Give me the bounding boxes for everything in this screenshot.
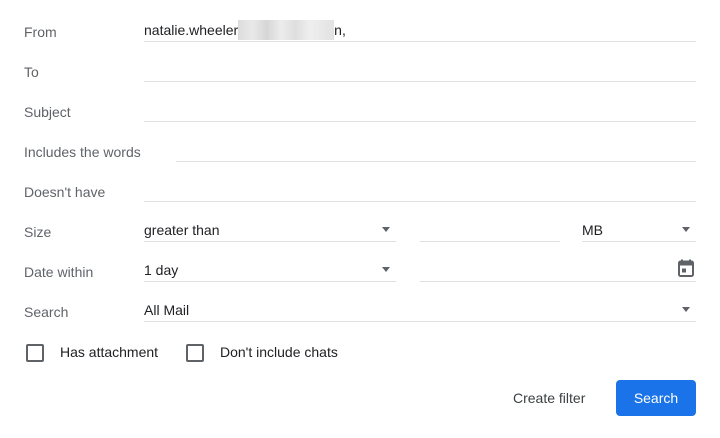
date-input[interactable] [420,258,696,282]
caret-down-icon [682,227,690,232]
size-unit-select[interactable]: MB [582,218,696,242]
has-attachment-label[interactable]: Has attachment [60,344,158,360]
size-operator-select[interactable]: greater than [144,218,396,242]
from-value-suffix: n, [334,22,346,38]
caret-down-icon [382,267,390,272]
from-value: natalie.wheeler n, [144,19,346,40]
date-within-label: Date within [24,264,94,280]
dont-include-chats-label[interactable]: Don't include chats [220,344,338,360]
from-field[interactable]: natalie.wheeler n, [144,18,696,42]
size-operator-value: greater than [144,222,220,238]
caret-down-icon [682,307,690,312]
search-scope-value: All Mail [144,302,190,318]
size-unit-value: MB [582,222,603,238]
includes-words-field[interactable] [176,138,696,162]
subject-label: Subject [24,104,71,120]
doesnt-have-label: Doesn't have [24,184,106,200]
redacted-blur [238,19,335,40]
caret-down-icon [382,227,390,232]
to-label: To [24,64,39,80]
from-label: From [24,24,57,40]
from-value-prefix: natalie.wheeler [144,22,239,38]
create-filter-button[interactable]: Create filter [505,380,593,416]
doesnt-have-field[interactable] [144,178,696,202]
search-scope-label: Search [24,304,69,320]
date-within-select[interactable]: 1 day [144,258,396,282]
size-label: Size [24,224,52,240]
subject-field[interactable] [144,98,696,122]
dont-include-chats-checkbox[interactable] [186,344,204,362]
search-button[interactable]: Search [616,380,696,416]
to-field[interactable] [144,58,696,82]
includes-words-label: Includes the words [24,144,141,160]
calendar-icon[interactable] [678,259,694,277]
date-within-value: 1 day [144,262,179,278]
size-value-input[interactable] [420,218,560,242]
has-attachment-checkbox[interactable] [26,344,44,362]
search-scope-select[interactable]: All Mail [144,298,696,322]
